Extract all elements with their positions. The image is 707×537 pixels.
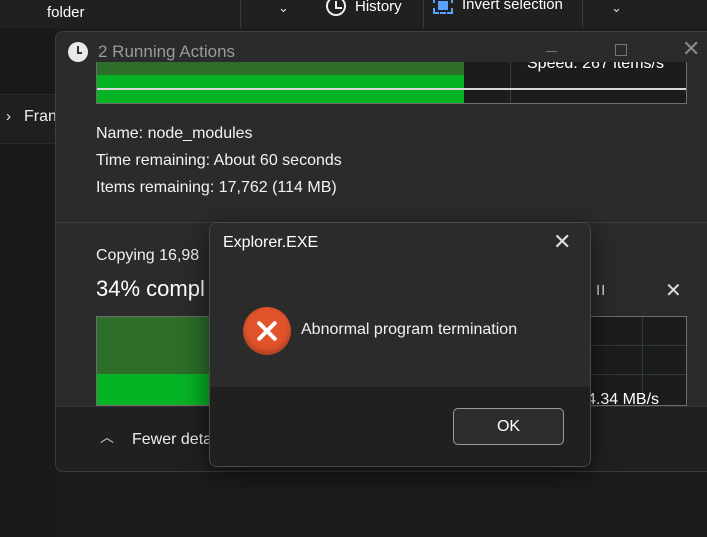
title-bar: 2 Running Actions ✕ (56, 32, 707, 62)
chevron-up-icon[interactable]: ︿ (100, 427, 114, 447)
toolbar-separator (582, 0, 583, 28)
close-icon[interactable]: ✕ (682, 38, 700, 60)
progress-shade (97, 61, 464, 75)
folder-label[interactable]: folder (47, 4, 85, 21)
items-remaining-label: Items remaining: (96, 179, 215, 196)
percent-complete: 34% compl (96, 276, 205, 301)
toolbar-separator (423, 0, 424, 28)
sidebar-item[interactable]: › Fran (0, 94, 57, 144)
maximize-button[interactable] (615, 44, 627, 56)
progress-graph: Speed: 267 items/s (96, 60, 687, 104)
time-remaining-row: Time remaining: About 60 seconds (96, 152, 342, 170)
error-message: Abnormal program termination (301, 321, 518, 338)
fewer-details-button[interactable]: Fewer deta (132, 431, 212, 449)
time-remaining-value: About 60 seconds (213, 152, 342, 169)
time-remaining-label: Time remaining: (96, 152, 211, 169)
ok-button[interactable]: OK (453, 408, 564, 445)
cancel-icon[interactable]: ✕ (665, 278, 682, 303)
speed-line (97, 88, 686, 90)
chevron-down-icon[interactable]: ⌄ (278, 0, 289, 16)
dialog-title: Explorer.EXE (223, 234, 319, 251)
sidebar-item-label: Fran (24, 108, 57, 125)
items-remaining-row: Items remaining: 17,762 (114 MB) (96, 179, 337, 197)
items-remaining-value: 17,762 (114 MB) (218, 179, 337, 196)
graph-gridline (510, 61, 511, 103)
copying-status: Copying 16,98 (96, 247, 200, 264)
explorer-toolbar: folder ⌄ History Invert selection ⌄ (0, 0, 707, 28)
close-icon[interactable]: ✕ (553, 231, 571, 253)
name-value: node_modules (147, 125, 253, 142)
invert-selection-icon (433, 0, 453, 14)
name-label: Name: (96, 125, 144, 142)
error-dialog: Explorer.EXE ✕ Abnormal program terminat… (209, 222, 591, 467)
error-icon (243, 307, 291, 355)
explorer-sidebar: › Fran (0, 28, 57, 537)
dialog-footer: OK (210, 387, 590, 466)
minimize-button[interactable] (546, 51, 557, 52)
chevron-down-icon[interactable]: ⌄ (611, 0, 622, 16)
history-icon (326, 0, 346, 16)
history-button[interactable]: History (355, 0, 402, 15)
window-title: 2 Running Actions (98, 42, 236, 61)
invert-selection-button[interactable]: Invert selection (462, 0, 563, 13)
name-row: Name: node_modules (96, 125, 253, 143)
pause-button[interactable]: II (596, 282, 606, 299)
clock-icon (68, 42, 88, 62)
chevron-right-icon[interactable]: › (6, 108, 11, 125)
speed-label: 4.34 MB/s (587, 391, 660, 406)
toolbar-separator (240, 0, 241, 28)
